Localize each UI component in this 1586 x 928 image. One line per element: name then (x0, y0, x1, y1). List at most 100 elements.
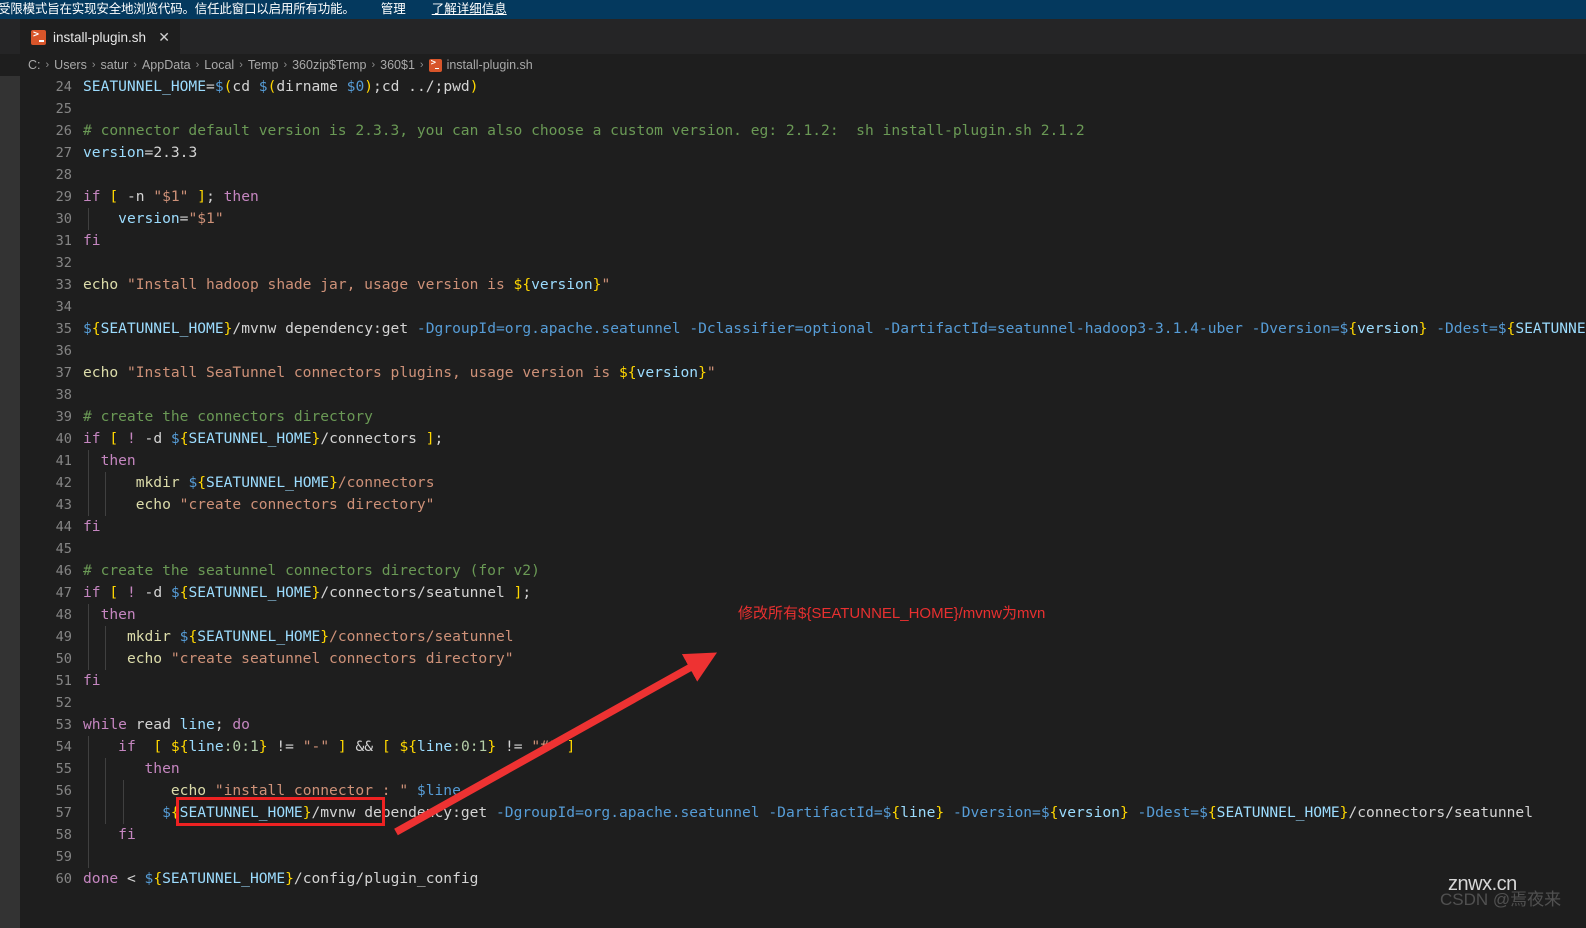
code-token: { (1348, 320, 1358, 337)
code-line[interactable]: 24 SEATUNNEL_HOME=$(cd $(dirname $0);cd .… (20, 76, 1586, 98)
breadcrumb-item-file[interactable]: install-plugin.sh (428, 58, 533, 72)
code-line[interactable]: 55 then (20, 758, 1586, 780)
code-token: SEATUNNEL_HOME (179, 804, 303, 821)
breadcrumb-item-4[interactable]: Local (204, 58, 234, 72)
code-line[interactable]: 46 # create the seatunnel connectors dire… (20, 560, 1586, 582)
code-line[interactable]: 29 if [ -n "$1" ]; then (20, 186, 1586, 208)
code-line[interactable]: 57 ${SEATUNNEL_HOME}/mvnw dependency:get… (20, 802, 1586, 824)
code-line[interactable]: 34 (20, 296, 1586, 318)
code-token: /mvnw dependency:get (311, 804, 496, 821)
code-token: $ (258, 78, 268, 95)
line-content: SEATUNNEL_HOME=$(cd $(dirname $0);cd ../… (83, 76, 478, 98)
tab-install-plugin-sh[interactable]: install-plugin.sh ✕ (20, 19, 181, 54)
code-content[interactable]: 24 SEATUNNEL_HOME=$(cd $(dirname $0);cd .… (20, 76, 1586, 928)
code-editor[interactable]: 24 SEATUNNEL_HOME=$(cd $(dirname $0);cd .… (0, 76, 1586, 928)
code-line[interactable]: 35 ${SEATUNNEL_HOME}/mvnw dependency:get … (20, 318, 1586, 340)
code-line[interactable]: 32 (20, 252, 1586, 274)
code-token: [ (109, 430, 119, 447)
line-number: 29 (55, 189, 72, 205)
breadcrumb-item-7[interactable]: 360$1 (380, 58, 415, 72)
close-icon[interactable]: ✕ (156, 30, 172, 44)
code-token: ) (469, 78, 479, 95)
code-line[interactable]: 44 fi (20, 516, 1586, 538)
code-token: $ (1199, 804, 1208, 821)
code-line[interactable]: 41 then (20, 450, 1586, 472)
editor-tab-bar: install-plugin.sh ✕ (0, 19, 1586, 54)
code-line[interactable]: 59 (20, 846, 1586, 868)
code-line[interactable]: 60 done < ${SEATUNNEL_HOME}/config/plugin… (20, 868, 1586, 890)
code-line[interactable]: 48 then (20, 604, 1586, 626)
code-line[interactable]: 27 version=2.3.3 (20, 142, 1586, 164)
code-line[interactable]: 26 # connector default version is 2.3.3, … (20, 120, 1586, 142)
code-token: $ (83, 320, 92, 337)
breadcrumb-item-3[interactable]: AppData (142, 58, 191, 72)
code-token: = (206, 78, 215, 95)
code-line[interactable]: 54 if [ ${line:0:1} != "-" ] && [ ${line… (20, 736, 1586, 758)
banner-manage-link[interactable]: 管理 (381, 0, 406, 19)
code-line[interactable]: 31 fi (20, 230, 1586, 252)
code-token: -n (118, 188, 154, 205)
code-token: -DgroupId=org.apache.seatunnel (416, 320, 681, 337)
line-number: 58 (55, 827, 72, 843)
code-token: # create the seatunnel connectors direct… (83, 562, 540, 579)
code-line[interactable]: 43 echo "create connectors directory" (20, 494, 1586, 516)
code-line[interactable]: 50 echo "create seatunnel connectors dir… (20, 648, 1586, 670)
code-line[interactable]: 37 echo "Install SeaTunnel connectors plu… (20, 362, 1586, 384)
line-number: 31 (55, 233, 72, 249)
breadcrumb-item-0[interactable]: C: (28, 58, 41, 72)
code-token: ${ (618, 364, 637, 381)
code-line[interactable]: 56 echo "install connector : " $line (20, 780, 1586, 802)
code-line[interactable]: 49 mkdir ${SEATUNNEL_HOME}/connectors/se… (20, 626, 1586, 648)
line-number: 26 (55, 123, 72, 139)
code-token: echo (126, 650, 163, 667)
code-token: } (1119, 804, 1129, 821)
code-line[interactable]: 40 if [ ! -d ${SEATUNNEL_HOME}/connectors… (20, 428, 1586, 450)
code-token: $ (144, 870, 154, 887)
code-line[interactable]: 51 fi (20, 670, 1586, 692)
code-token: "$1" (153, 188, 189, 205)
shell-script-icon (428, 58, 442, 72)
code-line[interactable]: 28 (20, 164, 1586, 186)
code-token: 2.3.3 (153, 144, 198, 161)
line-number: 27 (55, 145, 72, 161)
code-line[interactable]: 30 version="$1" (20, 208, 1586, 230)
code-line[interactable]: 39 # create the connectors directory (20, 406, 1586, 428)
line-number: 44 (55, 519, 72, 535)
code-token: if (83, 188, 110, 205)
line-content: echo "Install SeaTunnel connectors plugi… (83, 362, 716, 384)
line-number: 35 (55, 321, 72, 337)
breadcrumb-item-5[interactable]: Temp (248, 58, 279, 72)
code-line[interactable]: 52 (20, 692, 1586, 714)
code-line[interactable]: 53 while read line; do (20, 714, 1586, 736)
line-content: if [ ! -d ${SEATUNNEL_HOME}/connectors ]… (83, 428, 443, 450)
breadcrumb-file-label: install-plugin.sh (446, 58, 533, 72)
code-token: done (83, 870, 119, 887)
code-token: SEATUNNEL_HOME (83, 78, 207, 95)
code-line[interactable]: 45 (20, 538, 1586, 560)
line-number: 34 (55, 299, 72, 315)
code-line[interactable]: 38 (20, 384, 1586, 406)
code-token: -Dclassifier=optional (689, 320, 874, 337)
line-number: 40 (55, 431, 72, 447)
code-line[interactable]: 42 mkdir ${SEATUNNEL_HOME}/connectors (20, 472, 1586, 494)
code-token: SEATUNNEL_HOME (1216, 804, 1340, 821)
breadcrumb-item-1[interactable]: Users (54, 58, 87, 72)
breadcrumb-item-2[interactable]: satur (101, 58, 129, 72)
code-line[interactable]: 33 echo "Install hadoop shade jar, usage … (20, 274, 1586, 296)
code-line[interactable]: 36 (20, 340, 1586, 362)
code-line[interactable]: 47 if [ ! -d ${SEATUNNEL_HOME}/connectors… (20, 582, 1586, 604)
code-line[interactable]: 25 (20, 98, 1586, 120)
breadcrumb-item-6[interactable]: 360zip$Temp (292, 58, 366, 72)
line-number: 54 (55, 739, 72, 755)
line-content: echo "install connector : " $line (83, 780, 461, 802)
banner-learn-more-link[interactable]: 了解详细信息 (432, 0, 507, 19)
code-token: "-" (302, 738, 330, 755)
line-content: while read line; do (83, 714, 250, 736)
code-token: = (144, 144, 154, 161)
code-line[interactable]: 58 fi (20, 824, 1586, 846)
